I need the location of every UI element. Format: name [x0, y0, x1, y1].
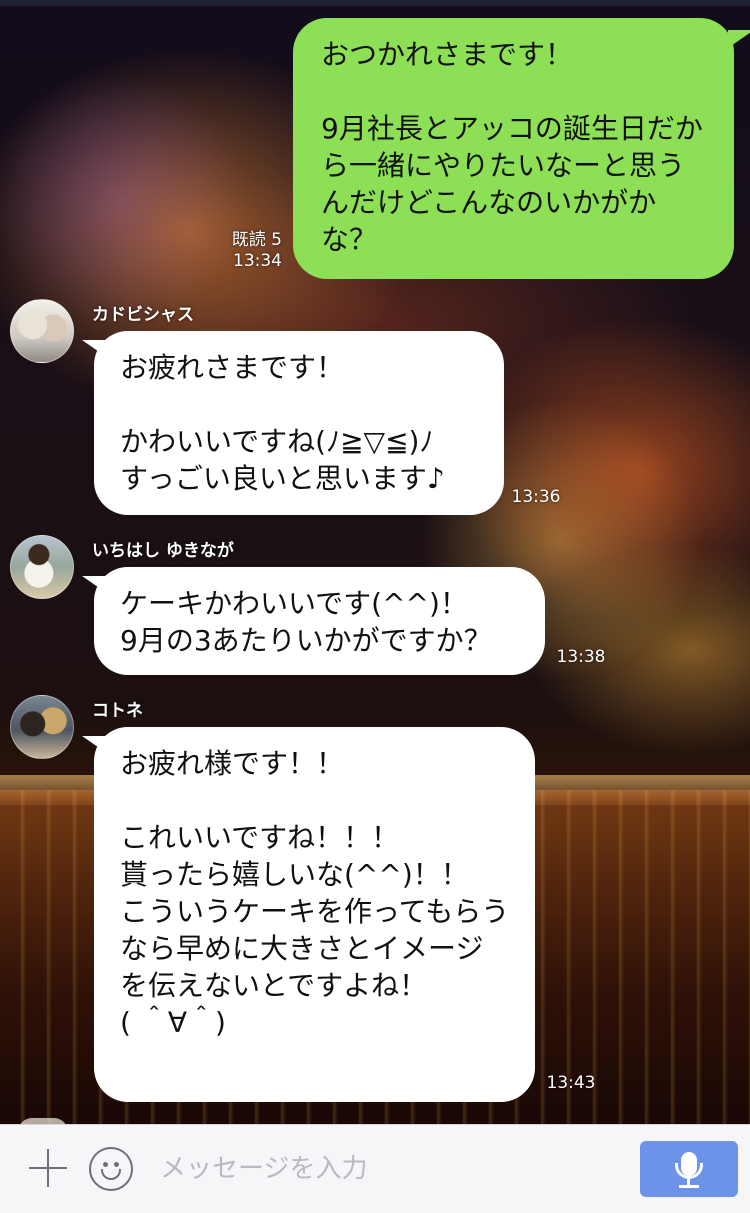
sender-name: コトネ [92, 701, 143, 721]
message-bubble[interactable]: おつかれさまです！ 9月社長とアッコの誕生日だから一緒にやりたいなーと思うんだけ… [293, 18, 734, 279]
sender-name: カドビシャス [92, 305, 194, 325]
message-bubble[interactable]: お疲れ様です！！ これいいですね！！！ 貰ったら嬉しいな(^^)！！ こういうケ… [94, 727, 535, 1102]
read-receipt: 既読 5 [231, 230, 282, 250]
avatar[interactable] [10, 695, 74, 759]
smiley-eye [103, 1162, 108, 1167]
message-bubble[interactable]: ケーキかわいいです(^^)！ 9月の3あたりいかがですか？ [94, 567, 545, 675]
avatar[interactable] [10, 535, 74, 599]
message-time: 13:43 [546, 1073, 596, 1093]
message-time: 13:34 [233, 251, 282, 271]
smiley-icon[interactable] [89, 1147, 133, 1191]
message-time: 13:38 [556, 647, 606, 667]
microphone-icon-base [679, 1185, 699, 1188]
microphone-icon-cup [675, 1163, 703, 1179]
message-bubble[interactable]: お疲れさまです！ かわいいですね(ﾉ≧▽≦)ﾉ すっごい良いと思います♪ [94, 331, 504, 515]
message-input[interactable] [160, 1146, 620, 1192]
bubble-tail [728, 30, 750, 48]
sender-name: いちはし ゆきなが [92, 541, 234, 561]
message-time: 13:36 [511, 487, 561, 507]
smiley-eye [114, 1162, 119, 1167]
avatar[interactable] [10, 299, 74, 363]
status-bar-strip [0, 0, 750, 6]
microphone-button[interactable] [640, 1141, 738, 1197]
plus-icon[interactable] [27, 1147, 69, 1189]
smiley-mouth [101, 1169, 121, 1180]
